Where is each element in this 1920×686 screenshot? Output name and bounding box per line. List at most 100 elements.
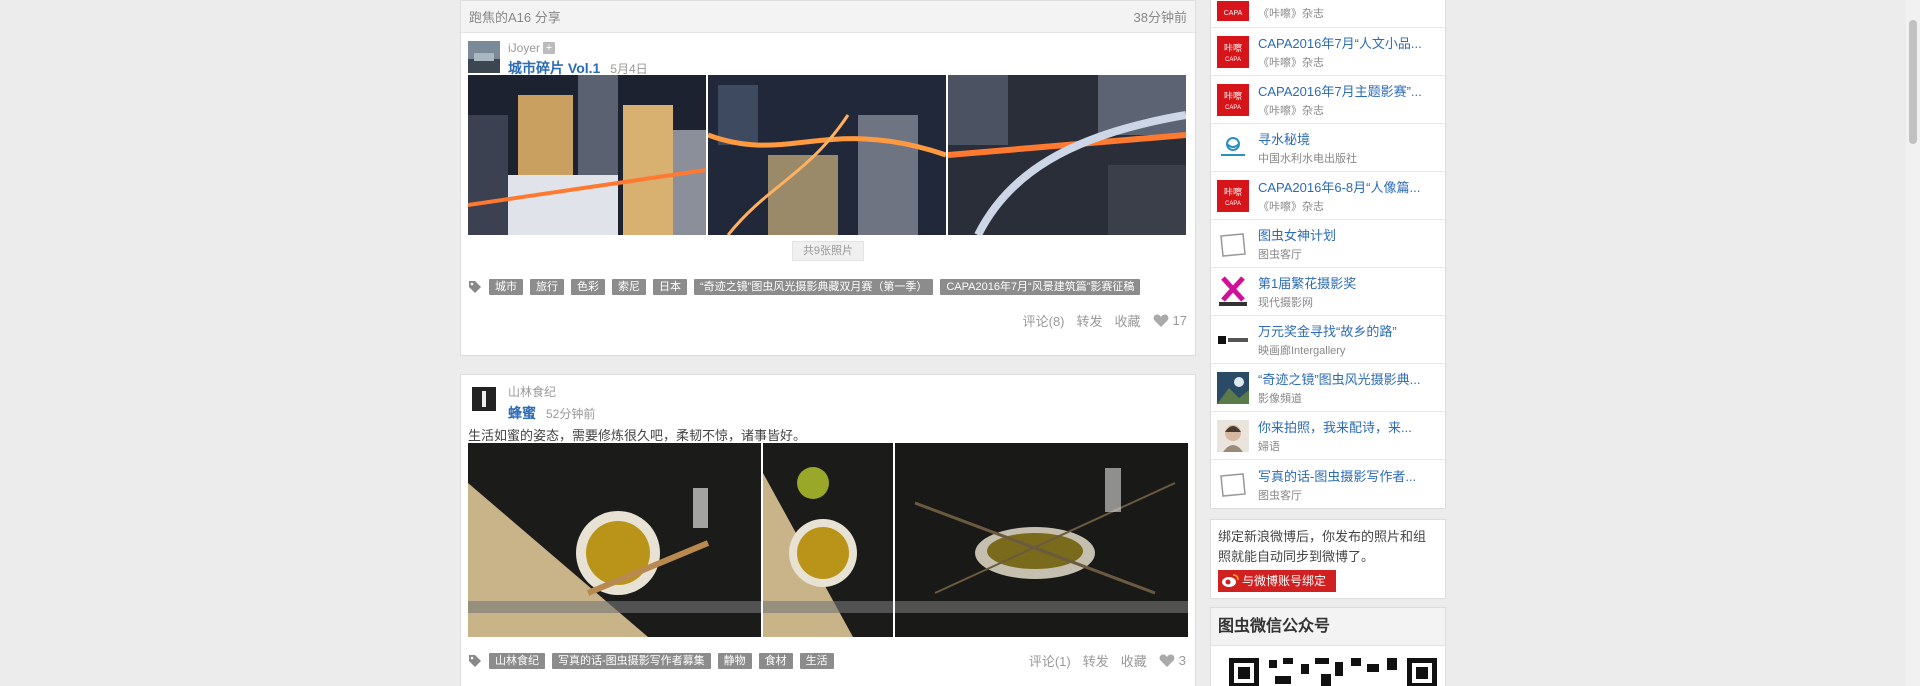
event-list: CAPA 《咔嚓》杂志 咔嚓 CAPA CAPA2016年7月“人文小品... 《咔… (1210, 0, 1446, 509)
weibo-bind-box: 绑定新浪微博后，你发布的照片和组照就能自动同步到微博了。 与微博账号绑定 (1210, 519, 1446, 599)
event-item[interactable]: 写真的话-图虫摄影写作者... 图虫客厅 (1211, 460, 1445, 508)
favorite-button[interactable]: 收藏 (1121, 651, 1147, 670)
svg-text:咔嚓: 咔嚓 (1224, 186, 1242, 197)
photo-honey-2[interactable] (763, 443, 893, 637)
share-bar: 跑焦的A16 分享 38分钟前 (461, 1, 1195, 33)
tag[interactable]: 旅行 (530, 279, 564, 295)
tag-list: 城市 旅行 色彩 索尼 日本 “奇迹之镜”图虫风光摄影典藏双月赛（第一季） CA… (461, 279, 1195, 295)
event-item[interactable]: “奇迹之镜”图虫风光摄影典... 影像頻道 (1211, 364, 1445, 412)
event-organizer: 《咔嚓》杂志 (1258, 105, 1324, 117)
event-item[interactable]: 咔嚓 CAPA CAPA2016年7月主题影赛”... 《咔嚓》杂志 (1211, 76, 1445, 124)
event-title[interactable]: CAPA2016年6-8月“人像篇... (1258, 177, 1420, 196)
tag[interactable]: “奇迹之镜”图虫风光摄影典藏双月赛（第一季） (694, 279, 934, 295)
svg-text:CAPA: CAPA (1225, 201, 1241, 207)
event-item[interactable]: 咔嚓 CAPA CAPA2016年7月“人文小品... 《咔嚓》杂志 (1211, 28, 1445, 76)
more-photos-button[interactable]: 共9张照片 (792, 241, 864, 261)
sidebar: CAPA 《咔嚓》杂志 咔嚓 CAPA CAPA2016年7月“人文小品... 《咔… (1210, 0, 1446, 686)
event-item[interactable]: CAPA 《咔嚓》杂志 (1211, 0, 1445, 28)
event-title[interactable]: 写真的话-图虫摄影写作者... (1258, 466, 1416, 485)
event-organizer: 图虫客厅 (1258, 489, 1302, 502)
svg-text:CAPA: CAPA (1225, 57, 1241, 63)
heart-icon (1153, 314, 1168, 327)
photo-feed: 跑焦的A16 分享 38分钟前 iJoyer+ 城市碎片 Vol.1 5月4日 (460, 0, 1196, 686)
repost-button[interactable]: 转发 (1083, 651, 1109, 670)
event-organizer: 婦语 (1258, 441, 1280, 453)
photo-strip (461, 443, 1195, 637)
tag[interactable]: 静物 (717, 652, 752, 669)
tag[interactable]: 索尼 (612, 279, 646, 295)
event-title[interactable]: 第1届繁花摄影奖 (1258, 273, 1356, 292)
portrait-logo (1217, 419, 1249, 452)
photo-city-night-2[interactable] (708, 75, 946, 235)
author-row: 山林食纪 蜂蜜 52分钟前 (461, 375, 1195, 421)
event-title[interactable]: 万元奖金寻找“故乡的路” (1258, 321, 1397, 340)
waterpress-logo (1217, 131, 1249, 164)
placeholder-logo (1217, 228, 1249, 260)
tag[interactable]: 城市 (489, 279, 523, 295)
tag[interactable]: 写真的话-图虫摄影写作者募集 (552, 652, 711, 669)
svg-text:咔嚓: 咔嚓 (1224, 42, 1242, 53)
photo-city-night-3[interactable] (948, 75, 1186, 235)
author-name[interactable]: iJoyer (508, 41, 540, 55)
share-time: 38分钟前 (1133, 10, 1187, 25)
tag[interactable]: 色彩 (571, 279, 605, 295)
capa-logo: 咔嚓 CAPA (1217, 35, 1249, 68)
modern-photo-logo (1217, 275, 1249, 308)
tag[interactable]: 山林食纪 (489, 652, 545, 669)
photo-honey-3[interactable] (895, 443, 1188, 637)
tag-list: 山林食纪 写真的话-图虫摄影写作者募集 静物 食材 生活 评论(1) 转发 收藏… (461, 651, 1195, 670)
avatar[interactable] (468, 41, 500, 73)
event-title[interactable]: CAPA2016年7月主题影赛”... (1258, 81, 1422, 100)
like-button[interactable]: 3 (1159, 653, 1186, 668)
event-title[interactable]: 你来拍照，我来配诗，来... (1258, 417, 1412, 436)
photo-honey-1[interactable] (468, 443, 761, 637)
scrollbar-thumb[interactable] (1909, 20, 1917, 144)
event-item[interactable]: 万元奖金寻找“故乡的路” 映画廊Intergallery (1211, 316, 1445, 364)
follow-plus-icon[interactable]: + (543, 42, 556, 54)
event-item[interactable]: 第1届繁花摄影奖现代摄影网 (1211, 268, 1445, 316)
event-organizer: 图虫客厅 (1258, 249, 1302, 261)
post-card: 跑焦的A16 分享 38分钟前 iJoyer+ 城市碎片 Vol.1 5月4日 (460, 0, 1196, 356)
event-item[interactable]: 寻水秘境 中国水利水电出版社 (1211, 124, 1445, 172)
like-button[interactable]: 17 (1153, 313, 1187, 328)
share-source[interactable]: 跑焦的A16 分享 (469, 7, 561, 26)
weibo-icon (1218, 570, 1242, 592)
capa-logo: 咔嚓 CAPA (1217, 179, 1249, 212)
intergallery-logo (1217, 324, 1249, 356)
event-organizer: 现代摄影网 (1258, 297, 1313, 309)
author-name[interactable]: 山林食纪 (508, 383, 556, 400)
tag[interactable]: 生活 (799, 652, 834, 669)
post-title[interactable]: 蜂蜜 (508, 403, 536, 423)
comment-button[interactable]: 评论(8) (1023, 311, 1065, 330)
repost-button[interactable]: 转发 (1077, 311, 1103, 330)
wechat-qr-code (1229, 658, 1437, 686)
event-title[interactable]: 寻水秘境 (1258, 129, 1357, 148)
wechat-box: 图虫微信公众号 (1210, 607, 1446, 686)
event-item[interactable]: 咔嚓 CAPA CAPA2016年6-8月“人像篇... 《咔嚓》杂志 (1211, 172, 1445, 220)
event-title[interactable]: CAPA2016年7月“人文小品... (1258, 33, 1422, 52)
tag-icon (469, 281, 481, 293)
capa-logo: 咔嚓 CAPA (1217, 83, 1249, 116)
post-actions: 评论(8) 转发 收藏 17 (461, 311, 1195, 330)
wechat-title: 图虫微信公众号 (1211, 608, 1445, 646)
event-item[interactable]: 图虫女神计划图虫客厅 (1211, 220, 1445, 268)
event-title[interactable]: “奇迹之镜”图虫风光摄影典... (1258, 369, 1421, 388)
tag[interactable]: CAPA2016年7月“风景建筑篇”影赛征稿 (940, 279, 1141, 295)
post-card: 山林食纪 蜂蜜 52分钟前 生活如蜜的姿态，需要修炼很久吧，柔韧不惊，诸事皆好。 (460, 374, 1196, 686)
tag[interactable]: 日本 (653, 279, 687, 295)
tag-icon (469, 654, 481, 667)
comment-button[interactable]: 评论(1) (1029, 651, 1071, 670)
page-scrollbar[interactable] (1906, 0, 1920, 686)
placeholder-logo (1217, 468, 1249, 500)
avatar[interactable] (468, 383, 500, 415)
landscape-logo (1217, 371, 1249, 404)
favorite-button[interactable]: 收藏 (1115, 311, 1141, 330)
event-item[interactable]: 你来拍照，我来配诗，来... 婦语 (1211, 412, 1445, 460)
event-organizer: 影像頻道 (1258, 393, 1302, 405)
event-title[interactable]: 图虫女神计划 (1258, 225, 1336, 244)
post-actions: 评论(1) 转发 收藏 3 (1029, 651, 1188, 670)
weibo-bind-button[interactable]: 与微博账号绑定 (1218, 570, 1337, 592)
photo-city-night-1[interactable] (468, 75, 706, 235)
tag[interactable]: 食材 (758, 652, 793, 669)
heart-icon (1159, 654, 1175, 667)
